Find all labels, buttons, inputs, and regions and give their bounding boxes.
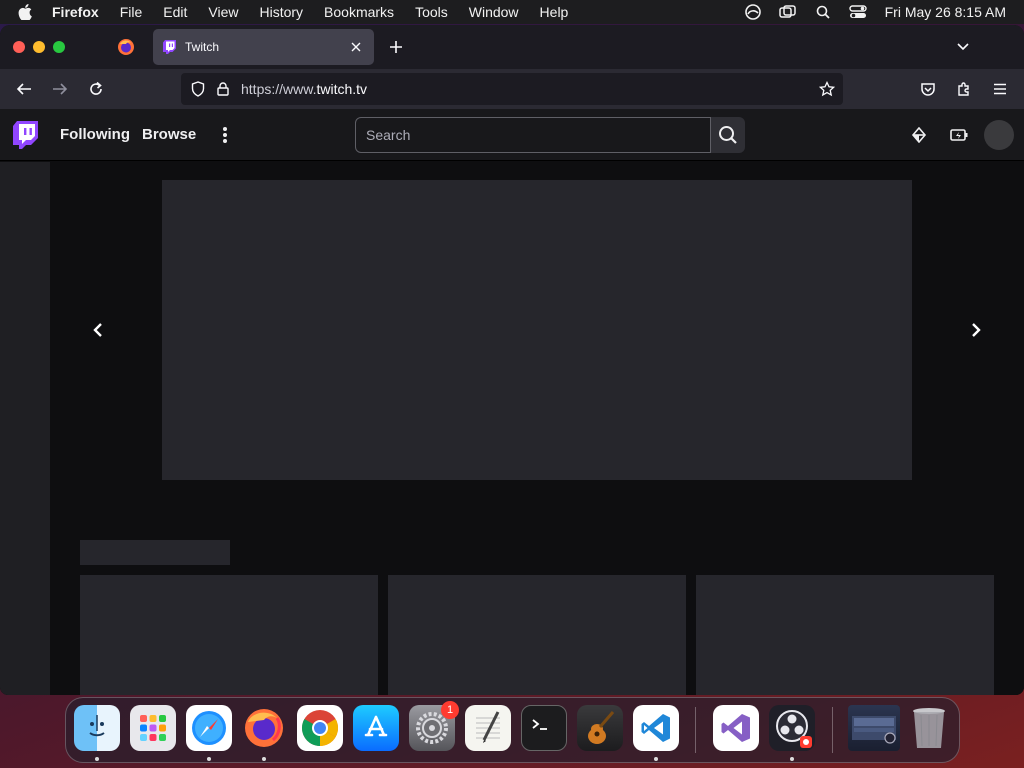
running-indicator bbox=[207, 757, 211, 761]
prime-crown-icon[interactable] bbox=[910, 126, 928, 144]
url-text[interactable]: https://www.twitch.tv bbox=[241, 81, 367, 97]
control-center-icon[interactable] bbox=[848, 4, 868, 20]
section-heading-placeholder bbox=[80, 540, 230, 565]
visual-studio-icon[interactable] bbox=[713, 705, 759, 751]
window-controls bbox=[13, 41, 65, 53]
running-indicator bbox=[95, 757, 99, 761]
list-all-tabs-icon[interactable] bbox=[955, 38, 973, 56]
creative-cloud-icon[interactable] bbox=[743, 4, 763, 20]
dock-separator bbox=[832, 707, 833, 753]
running-indicator bbox=[654, 757, 658, 761]
lock-icon[interactable] bbox=[215, 81, 231, 97]
close-tab-icon[interactable] bbox=[344, 35, 368, 59]
search-button[interactable] bbox=[711, 117, 745, 153]
carousel-next-icon[interactable] bbox=[966, 320, 986, 340]
minimize-window-button[interactable] bbox=[33, 41, 45, 53]
address-bar[interactable]: https://www.twitch.tv bbox=[181, 73, 843, 105]
twitch-top-nav: Following Browse Search bbox=[0, 109, 1024, 161]
carousel-prev-icon[interactable] bbox=[88, 320, 108, 340]
twitch-logo-icon[interactable] bbox=[13, 121, 38, 149]
downloads-stack-icon[interactable] bbox=[848, 705, 900, 751]
screen-mirroring-icon[interactable] bbox=[778, 4, 798, 20]
tab-title: Twitch bbox=[185, 40, 220, 54]
twitch-main-content bbox=[0, 162, 1024, 695]
apple-icon[interactable] bbox=[18, 4, 38, 20]
menu-bookmarks[interactable]: Bookmarks bbox=[324, 4, 394, 20]
menu-view[interactable]: View bbox=[208, 4, 238, 20]
menu-history[interactable]: History bbox=[259, 4, 303, 20]
running-indicator bbox=[262, 757, 266, 761]
url-prefix: https://www. bbox=[241, 81, 317, 97]
forward-icon[interactable] bbox=[50, 79, 70, 99]
system-preferences-icon[interactable]: 1 bbox=[409, 701, 459, 751]
new-tab-button[interactable] bbox=[386, 37, 406, 57]
menu-app-name[interactable]: Firefox bbox=[52, 4, 99, 20]
app-menu-icon[interactable] bbox=[990, 79, 1010, 99]
firefox-view-icon[interactable] bbox=[117, 38, 135, 56]
tab-twitch[interactable]: Twitch bbox=[153, 29, 374, 65]
url-domain: twitch.tv bbox=[316, 81, 368, 97]
more-vertical-icon[interactable] bbox=[218, 124, 232, 146]
dock: 1 bbox=[65, 697, 960, 763]
chrome-icon[interactable] bbox=[297, 705, 343, 751]
bookmark-star-icon[interactable] bbox=[818, 80, 836, 97]
stream-card-placeholder[interactable] bbox=[696, 575, 994, 695]
menu-file[interactable]: File bbox=[120, 4, 143, 20]
terminal-icon[interactable] bbox=[521, 705, 567, 751]
spotlight-search-icon[interactable] bbox=[813, 4, 833, 20]
following-link[interactable]: Following bbox=[60, 126, 130, 143]
menu-bar: Firefox File Edit View History Bookmarks… bbox=[0, 0, 1024, 24]
extensions-icon[interactable] bbox=[954, 79, 974, 99]
browse-link[interactable]: Browse bbox=[142, 126, 196, 143]
running-indicator bbox=[790, 757, 794, 761]
menu-window[interactable]: Window bbox=[469, 4, 519, 20]
pocket-icon[interactable] bbox=[918, 79, 938, 99]
garageband-icon[interactable] bbox=[577, 705, 623, 751]
bits-crown-icon[interactable] bbox=[950, 126, 968, 144]
app-store-icon[interactable] bbox=[353, 705, 399, 751]
browser-window: Twitch https://www.twitch.tv Following B… bbox=[0, 25, 1024, 695]
back-icon[interactable] bbox=[14, 79, 34, 99]
collapsed-sidebar bbox=[0, 162, 50, 695]
dock-separator bbox=[695, 707, 696, 753]
textedit-icon[interactable] bbox=[465, 705, 511, 751]
navigation-toolbar: https://www.twitch.tv bbox=[0, 69, 1024, 109]
safari-icon[interactable] bbox=[186, 705, 232, 751]
finder-icon[interactable] bbox=[74, 705, 120, 751]
featured-carousel-placeholder[interactable] bbox=[162, 180, 912, 480]
menu-clock[interactable]: Fri May 26 8:15 AM bbox=[885, 4, 1006, 20]
notification-badge: 1 bbox=[441, 701, 459, 719]
menu-edit[interactable]: Edit bbox=[163, 4, 187, 20]
menu-tools[interactable]: Tools bbox=[415, 4, 448, 20]
close-window-button[interactable] bbox=[13, 41, 25, 53]
tab-bar: Twitch bbox=[0, 25, 1024, 69]
search-placeholder: Search bbox=[366, 127, 411, 143]
twitch-favicon-icon bbox=[163, 40, 177, 54]
vscode-icon[interactable] bbox=[633, 705, 679, 751]
launchpad-icon[interactable] bbox=[130, 705, 176, 751]
reload-icon[interactable] bbox=[86, 79, 106, 99]
user-avatar[interactable] bbox=[984, 120, 1014, 150]
obs-icon[interactable] bbox=[769, 705, 815, 751]
tracking-protection-shield-icon[interactable] bbox=[190, 81, 206, 97]
stream-card-placeholder[interactable] bbox=[80, 575, 378, 695]
firefox-icon[interactable] bbox=[241, 705, 287, 751]
search-icon bbox=[719, 126, 737, 144]
stream-card-placeholder[interactable] bbox=[388, 575, 686, 695]
fullscreen-window-button[interactable] bbox=[53, 41, 65, 53]
trash-icon[interactable] bbox=[906, 705, 952, 751]
search-input[interactable]: Search bbox=[355, 117, 711, 153]
menu-help[interactable]: Help bbox=[540, 4, 569, 20]
